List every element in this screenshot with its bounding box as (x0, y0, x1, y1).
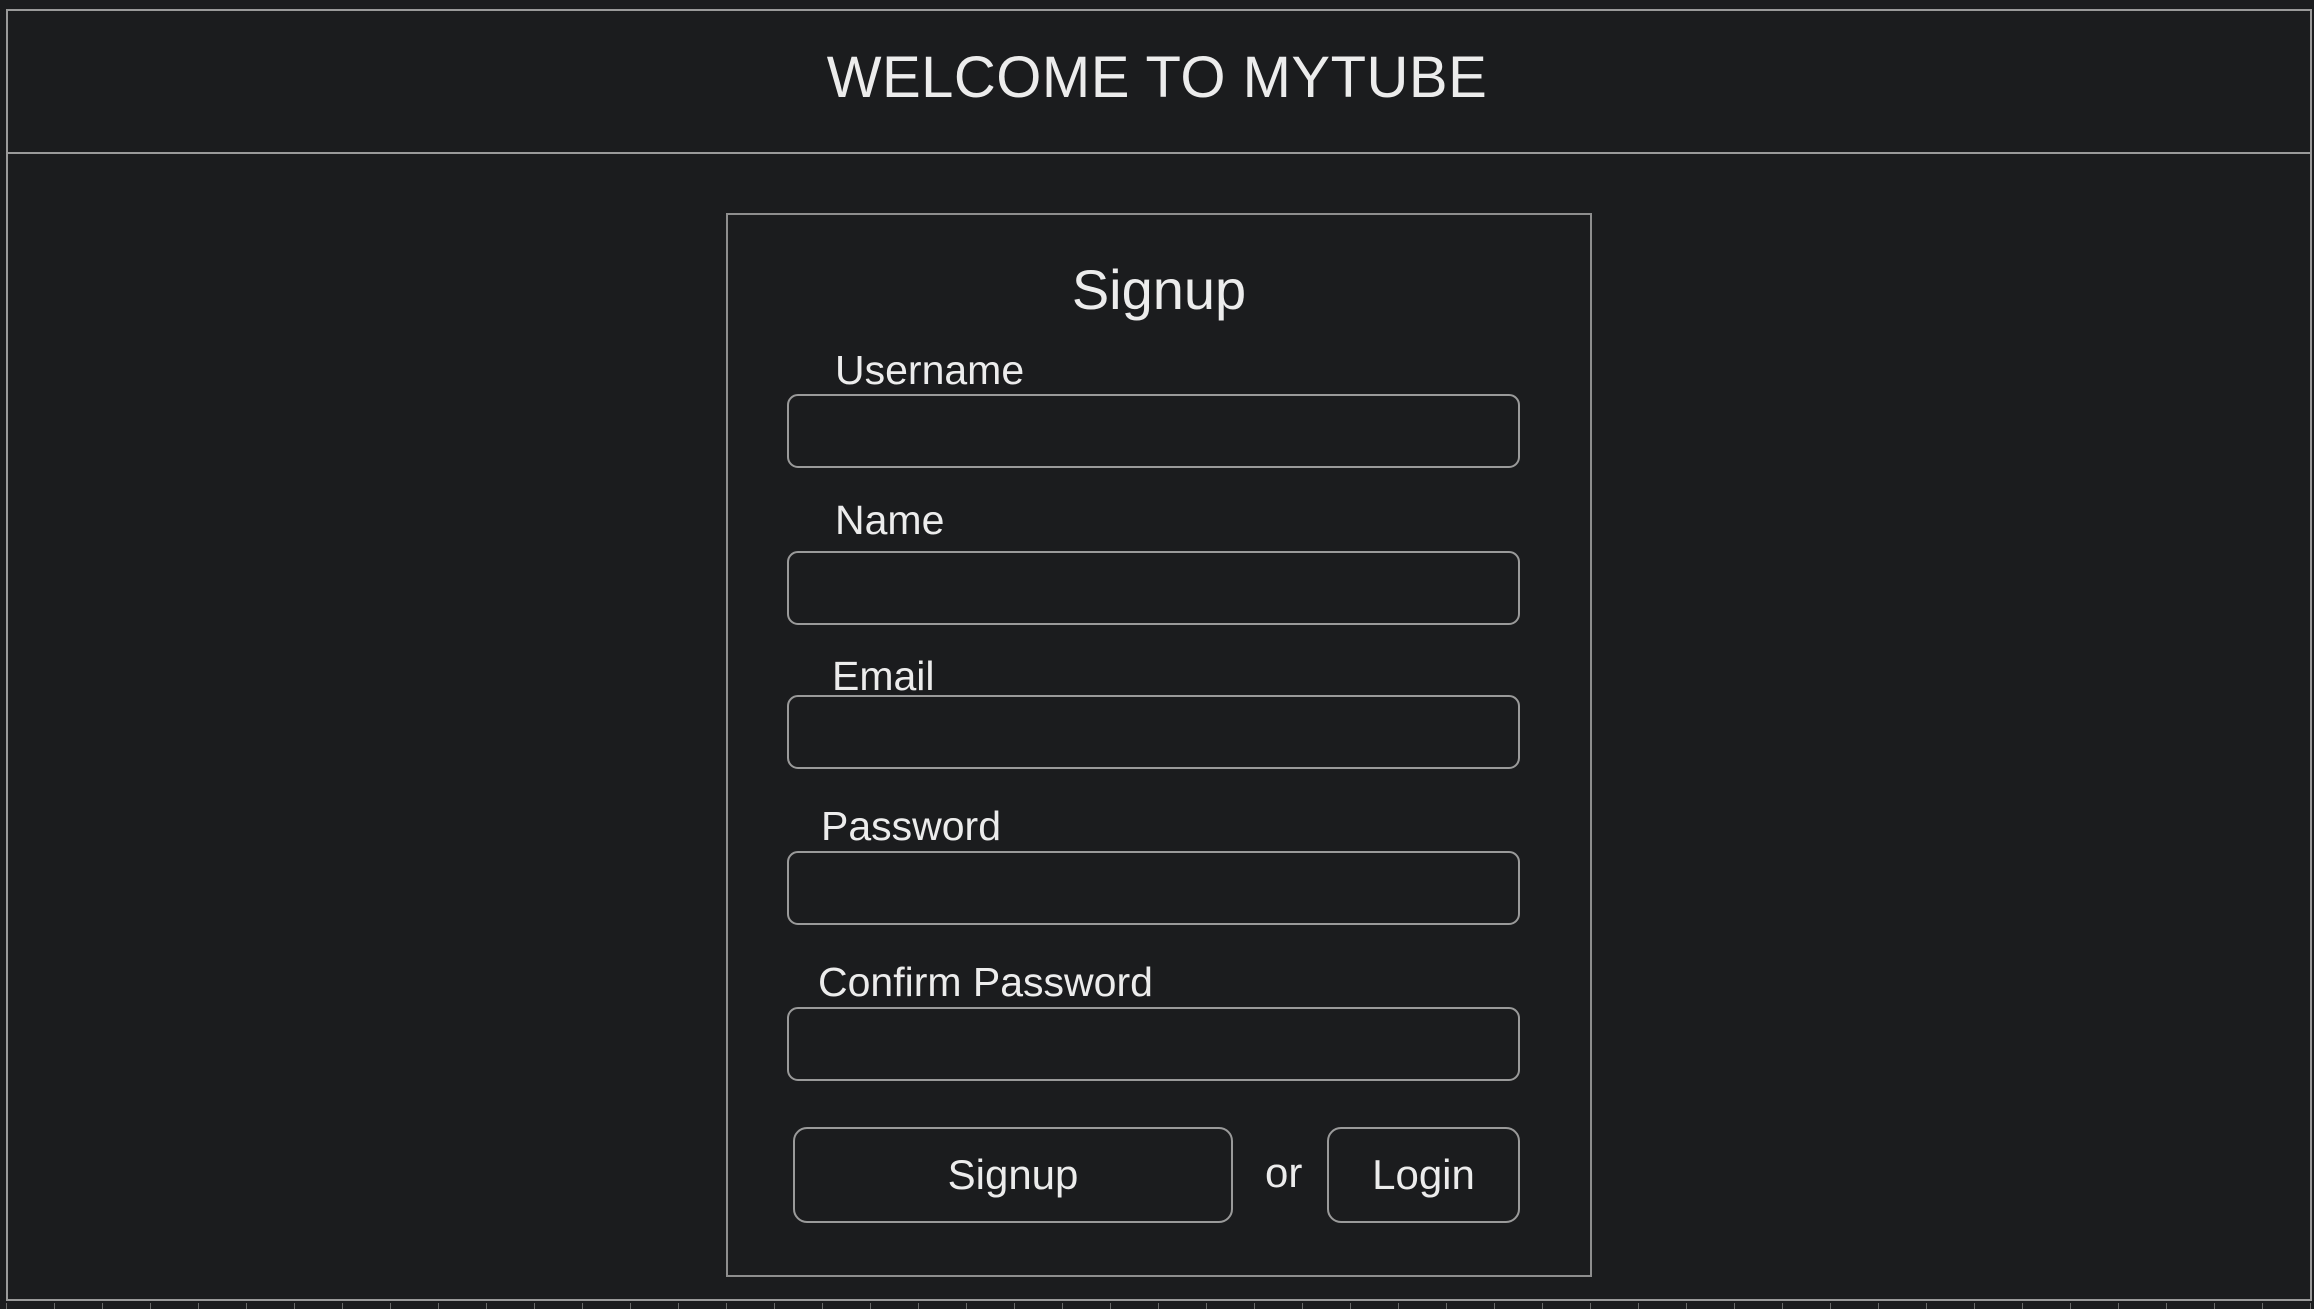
name-input[interactable] (787, 551, 1520, 625)
login-button[interactable]: Login (1327, 1127, 1520, 1223)
password-label: Password (821, 803, 1002, 849)
page-header: WELCOME TO MYTUBE (6, 9, 2312, 154)
form-title: Signup (1071, 258, 1247, 321)
signup-button[interactable]: Signup (793, 1127, 1233, 1223)
confirm-password-label: Confirm Password (818, 959, 1153, 1005)
email-label: Email (832, 653, 935, 699)
page-title: WELCOME TO MYTUBE (826, 45, 1488, 110)
bottom-divider (6, 1303, 2312, 1309)
password-input[interactable] (787, 851, 1520, 925)
username-input[interactable] (787, 394, 1520, 468)
confirm-password-input[interactable] (787, 1007, 1520, 1081)
username-label: Username (835, 347, 1025, 393)
or-separator: or (1265, 1149, 1303, 1196)
name-label: Name (835, 497, 945, 543)
signup-form: Signup Username Name Email Password Conf… (726, 213, 1592, 1277)
email-input[interactable] (787, 695, 1520, 769)
